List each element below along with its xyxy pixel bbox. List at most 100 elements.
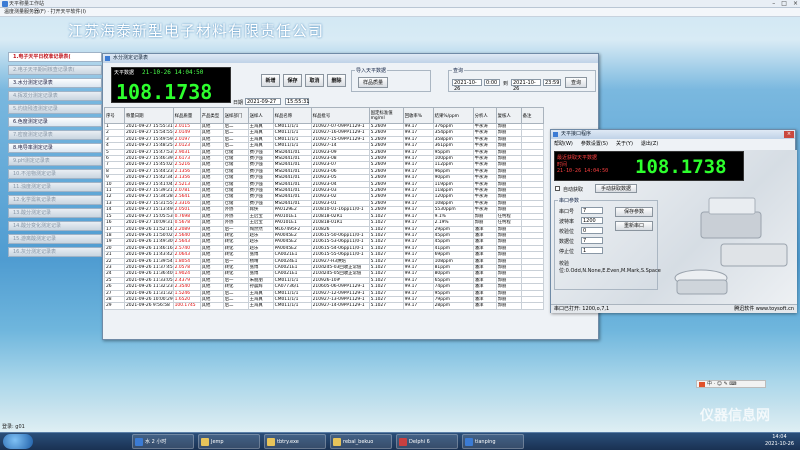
column-header[interactable]: 样品质量: [172, 107, 201, 124]
table-cell[interactable]: 2021-09-27 15:13:49: [124, 206, 174, 214]
taskbar-item[interactable]: Delphi 6: [396, 434, 458, 449]
table-row[interactable]: 6 2021-09-27 15:46:39 2.6173 其他 仓储 费小强 MSD441/…: [104, 154, 544, 163]
table-cell[interactable]: [520, 302, 544, 310]
table-cell[interactable]: 210927-12-09PP1129-1: [310, 289, 370, 298]
close-icon[interactable]: ×: [784, 131, 794, 138]
table-row[interactable]: 5 2021-09-27 15:47:53 2.9031 其他 仓储 费小强 MSD441/…: [104, 148, 544, 157]
column-header[interactable]: 回收率%: [402, 107, 434, 124]
maximize-icon[interactable]: □: [781, 0, 787, 8]
column-header[interactable]: 分析人: [472, 107, 497, 124]
table-row[interactable]: 13 2021-09-27 15:31:55 2.3316 其他 仓储 费小强 MSD441…: [104, 199, 544, 208]
table-row[interactable]: 26 2021-09-26 11:32:23 2.3540 其他 转化 孙晨辉 CA0773…: [104, 283, 544, 291]
table-cell[interactable]: 2021-09-27 15:44:23: [124, 167, 174, 176]
clock[interactable]: 14:04 2021-10-26: [765, 434, 794, 448]
table-cell[interactable]: 王海真: [247, 302, 274, 310]
minimize-icon[interactable]: –: [772, 0, 775, 8]
table-cell[interactable]: 2021-09-26 10:00:29: [124, 295, 174, 304]
table-row[interactable]: 24 2021-09-26 11:36:40 1.9024 其他 转化 张博 CA0021E…: [104, 270, 544, 278]
save-button[interactable]: 保存: [283, 74, 302, 87]
ime-toolbar[interactable]: 中 · ☺ ✎ ⌨: [696, 380, 766, 388]
table-cell[interactable]: 2021-09-27 15:46:39: [124, 154, 174, 163]
table-row[interactable]: 10 2021-09-27 15:41:04 2.5213 其他 仓储 费小强 MSD441…: [104, 180, 544, 189]
column-header[interactable]: 固定标准值mg/ml: [368, 107, 404, 124]
sidebar-item[interactable]: 12.化学需氧记录表: [8, 195, 102, 205]
table-cell[interactable]: 潘洋: [472, 302, 497, 310]
query-from-time[interactable]: 0:00: [484, 79, 500, 86]
cancel-button[interactable]: 取消: [305, 74, 324, 87]
save-params-button[interactable]: 保存参数: [615, 207, 653, 217]
table-row[interactable]: 9 2021-09-27 15:42:34 2.1356 其他 仓储 费小强 MSD441/…: [104, 174, 544, 182]
table-cell[interactable]: 210615-50-06pp11/0-1: [310, 231, 370, 240]
sidebar-item[interactable]: 2.电子天平期间核查记录表(: [8, 65, 102, 75]
table-cell[interactable]: 2021-09-27 15:41:04: [124, 180, 174, 189]
port-menu-item[interactable]: 关于(Y): [616, 140, 633, 147]
table-cell[interactable]: 2021-09-27 15:54:55: [124, 129, 174, 137]
table-cell[interactable]: 2021-09-27 15:31:55: [124, 199, 174, 208]
table-cell[interactable]: 29: [104, 302, 125, 310]
column-header[interactable]: 备注: [520, 107, 544, 124]
table-row[interactable]: 29 2021-09-26 9:56:58 100.1745 其他 后二 王海真 CM011…: [104, 302, 544, 310]
column-header[interactable]: 样品名称: [272, 107, 312, 124]
table-cell[interactable]: 2021-09-27 15:49:59: [124, 135, 174, 144]
table-cell[interactable]: 2021-09-26 11:49:30: [124, 238, 174, 246]
table-cell[interactable]: 后二: [222, 302, 249, 310]
auto-fetch-checkbox[interactable]: [555, 186, 560, 191]
table-row[interactable]: 1 2021-09-27 15:55:31 2.0115 其他 后二 王海真 CM011/1…: [104, 122, 544, 131]
sidebar-item[interactable]: 1.电子天平日校准记录表(: [8, 52, 102, 62]
table-cell[interactable]: 其他: [199, 302, 224, 310]
column-header[interactable]: 称量日期: [124, 107, 174, 124]
column-header[interactable]: 产品类型: [199, 107, 224, 124]
table-row[interactable]: 3 2021-09-27 15:49:59 2.0197 其他 后二 王海真 CM011/1…: [104, 135, 544, 144]
table-cell[interactable]: 210927-13-09PP1129-1: [310, 295, 370, 304]
check-field[interactable]: 0: [581, 227, 603, 234]
sidebar-item[interactable]: 8.电导率测定记录: [8, 143, 102, 153]
sidebar-item[interactable]: 9.pH测定记录表: [8, 156, 102, 166]
table-row[interactable]: 19 2021-09-26 11:49:30 2.5643 其他 转化 赵乐 PA0045E…: [104, 238, 544, 246]
table-cell[interactable]: 2021-09-27 15:42:34: [124, 174, 174, 182]
table-cell[interactable]: 210927-16-09PP1129-1: [310, 129, 370, 137]
table-cell[interactable]: 210927-14-09PP1129-1: [310, 302, 370, 310]
sidebar-item[interactable]: 14.酸分变化测定记录: [8, 221, 102, 231]
query-to-time[interactable]: 23:59: [543, 79, 561, 86]
table-cell[interactable]: 210605-06-09PP1129-1: [310, 283, 370, 291]
delete-button[interactable]: 删除: [327, 74, 346, 87]
table-cell[interactable]: 2021-09-26 11:37:45: [124, 263, 174, 272]
table-cell[interactable]: 2021-09-26 11:31:32: [124, 289, 174, 298]
sidebar-item[interactable]: 16.灰分测定记录表: [8, 247, 102, 257]
taskbar-item[interactable]: rebal_bekuo: [330, 434, 392, 449]
table-row[interactable]: 18 2021-09-26 11:50:02 2.5640 其他 转化 赵乐 PA0045E…: [104, 231, 544, 240]
table-cell[interactable]: 210d2d5-05回收正常值: [310, 270, 370, 278]
table-cell[interactable]: 郭丽: [495, 302, 522, 310]
column-header[interactable]: 送样部门: [222, 107, 249, 124]
table-cell[interactable]: 28ppm: [432, 302, 474, 310]
table-cell[interactable]: 2021-09-26 11:46:16: [124, 244, 174, 253]
column-header[interactable]: 序号: [104, 107, 125, 124]
port-field[interactable]: 7: [581, 207, 603, 214]
table-cell[interactable]: 2021-09-26 11:33:05: [124, 276, 174, 285]
time-field[interactable]: 15:55:31: [285, 98, 309, 105]
table-cell[interactable]: 2021-09-27 15:45:02: [124, 161, 174, 169]
table-cell[interactable]: 2021-09-26 11:43:42: [124, 251, 174, 259]
table-cell[interactable]: 2021-09-26 11:50:02: [124, 231, 174, 240]
close-icon[interactable]: ×: [793, 0, 798, 8]
table-cell[interactable]: 2021-09-27 15:48:25: [124, 142, 174, 150]
table-row[interactable]: 27 2021-09-26 11:31:32 1.5246 其他 后二 王海真 CM011/…: [104, 289, 544, 298]
query-from-date[interactable]: 2021-10-26: [452, 79, 482, 92]
stopbits-field[interactable]: 1: [581, 247, 603, 254]
table-row[interactable]: 11 2021-09-27 15:39:21 2.0781 其他 仓储 费小强 MSD441…: [104, 187, 544, 195]
table-cell[interactable]: 2021-09-26 11:39:54: [124, 257, 174, 265]
table-row[interactable]: 22 2021-09-26 11:39:54 1.8054 其他 后一 杨晴 CA0024E…: [104, 257, 544, 265]
column-header[interactable]: 送样人: [247, 107, 274, 124]
sidebar-item[interactable]: 7.密度测定记录表: [8, 130, 102, 140]
sidebar-item[interactable]: 11.浊度测定记录: [8, 182, 102, 192]
column-header[interactable]: 复核人: [495, 107, 522, 124]
table-row[interactable]: 15 2021-09-27 15:05:53 0.7698 其他 外协 王启宝 PA0101…: [104, 212, 544, 221]
table-row[interactable]: 12 2021-09-27 15:34:28 2.5641 其他 仓储 费小强 MSD441…: [104, 193, 544, 201]
port-menu-item[interactable]: 帮助(W): [554, 140, 573, 147]
table-cell[interactable]: 2021-09-26 11:52:14: [124, 225, 174, 233]
databits-field[interactable]: 7: [581, 237, 603, 244]
sidebar-item[interactable]: 5.灼烧残渣测定记录: [8, 104, 102, 114]
table-cell[interactable]: 2021-09-26 9:56:58: [124, 302, 174, 310]
baud-field[interactable]: 1200: [581, 217, 603, 224]
sidebar-item[interactable]: 3.水分测定记录表: [8, 78, 102, 88]
